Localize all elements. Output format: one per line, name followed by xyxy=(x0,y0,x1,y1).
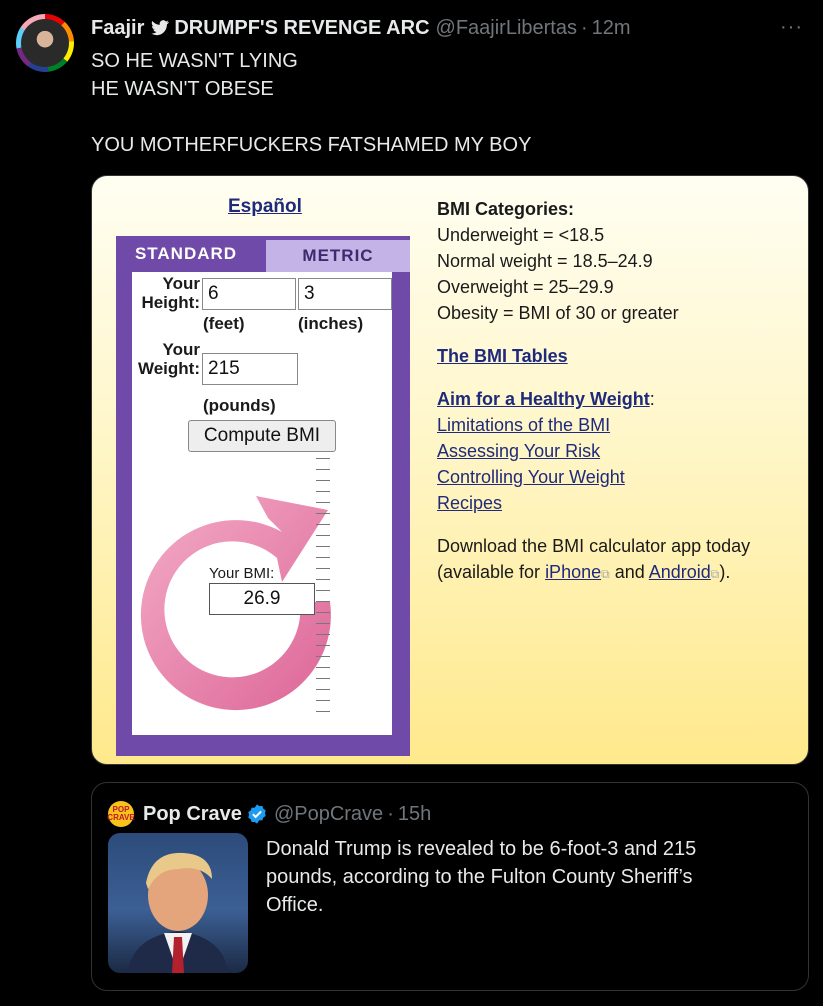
portrait-illustration xyxy=(128,852,228,973)
avatar-photo xyxy=(21,19,69,67)
bmi-category: Normal weight = 18.5–24.9 xyxy=(437,251,653,271)
bird-icon xyxy=(151,20,170,36)
tab-metric[interactable]: METRIC xyxy=(266,240,410,272)
weight-label-line: Weight: xyxy=(137,359,200,378)
tweet-line: YOU MOTHERFUCKERS FATSHAMED MY BOY xyxy=(91,134,532,156)
quoted-tweet-text: Donald Trump is revealed to be 6-foot-3 … xyxy=(266,838,697,916)
quoted-author-name[interactable]: Pop Crave xyxy=(143,803,242,826)
bmi-category: Obesity = BMI of 30 or greater xyxy=(437,303,679,323)
bmi-category: Underweight = <18.5 xyxy=(437,225,605,245)
app-and: and xyxy=(609,562,649,582)
scale-tick xyxy=(316,634,330,635)
verified-badge-icon xyxy=(248,804,266,824)
bmi-calculator: STANDARD METRIC Your Height: 6 3 (feet) xyxy=(116,236,410,756)
bmi-tables-link[interactable]: The BMI Tables xyxy=(437,346,568,366)
bmi-result-field: 26.9 xyxy=(209,583,315,615)
healthy-weight-link[interactable]: Aim for a Healthy Weight xyxy=(437,389,650,409)
quoted-media-thumbnail[interactable] xyxy=(108,833,248,973)
scale-tick xyxy=(316,590,330,591)
scale-tick xyxy=(316,513,330,514)
weight-label-line: Your xyxy=(162,340,200,359)
bmi-category: Overweight = 25–29.9 xyxy=(437,277,614,297)
controlling-weight-link[interactable]: Controlling Your Weight xyxy=(437,467,625,487)
scale-tick xyxy=(316,568,330,569)
quoted-tweet[interactable]: POP CRAVE Pop Crave @PopCrave · 15h Dona… xyxy=(91,782,809,991)
author-name-suffix[interactable]: DRUMPF'S REVENGE ARC xyxy=(174,17,429,40)
your-bmi-label: Your BMI: xyxy=(209,565,275,582)
scale-tick xyxy=(316,623,330,624)
scale-tick xyxy=(316,612,330,613)
android-link[interactable]: Android xyxy=(649,562,711,582)
tweet-header: Faajir DRUMPF'S REVENGE ARC @FaajirLiber… xyxy=(91,16,803,40)
inches-input[interactable]: 3 xyxy=(298,278,392,310)
inches-unit-label: (inches) xyxy=(298,314,364,333)
espanol-link[interactable]: Español xyxy=(228,196,302,218)
scale-tick xyxy=(316,656,330,657)
scale-tick xyxy=(316,667,330,668)
quoted-author-handle[interactable]: @PopCrave xyxy=(274,803,383,826)
limitations-link[interactable]: Limitations of the BMI xyxy=(437,415,610,435)
tweet-media-image[interactable]: Español STANDARD METRIC Your Height: 6 3 xyxy=(91,175,809,765)
weight-input[interactable]: 215 xyxy=(202,353,298,385)
tab-standard[interactable]: STANDARD xyxy=(116,236,256,272)
scale-tick xyxy=(316,535,330,536)
separator-dot: · xyxy=(580,16,588,39)
scale-tick xyxy=(316,678,330,679)
assessing-risk-link[interactable]: Assessing Your Risk xyxy=(437,441,600,461)
scale-tick xyxy=(316,645,330,646)
quoted-tweet-header: Pop Crave @PopCrave · 15h xyxy=(143,801,431,827)
feet-unit-label: (feet) xyxy=(203,314,245,333)
recipes-link[interactable]: Recipes xyxy=(437,493,502,513)
scale-tick xyxy=(316,700,330,701)
iphone-link[interactable]: iPhone xyxy=(545,562,601,582)
scale-tick xyxy=(316,579,330,580)
scale-tick xyxy=(316,502,330,503)
quoted-author-avatar[interactable]: POP CRAVE xyxy=(107,801,135,827)
feet-input[interactable]: 6 xyxy=(202,278,296,310)
app-availability-suffix: ). xyxy=(719,562,731,582)
separator-dot: · xyxy=(387,802,394,825)
height-label-line: Height: xyxy=(141,293,200,312)
tweet-line: HE WASN'T OBESE xyxy=(91,78,274,100)
tweet-line: SO HE WASN'T LYING xyxy=(91,50,298,72)
tweet-text: SO HE WASN'T LYING HE WASN'T OBESE YOU M… xyxy=(91,47,791,159)
healthy-weight-colon: : xyxy=(649,389,655,409)
bmi-categories-heading: BMI Categories: xyxy=(437,199,575,219)
external-link-icon: ⧉ xyxy=(601,567,610,581)
scale-tick xyxy=(316,480,330,481)
scale-tick xyxy=(316,546,330,547)
scale-tick xyxy=(316,458,330,459)
calculator-panel: Your Height: 6 3 (feet) (inches) Your We… xyxy=(132,272,392,735)
more-options-icon[interactable]: ··· xyxy=(780,16,803,39)
scale-tick xyxy=(316,524,330,525)
compute-bmi-button[interactable]: Compute BMI xyxy=(188,420,336,452)
author-handle[interactable]: @FaajirLibertas xyxy=(436,17,577,40)
pounds-unit-label: (pounds) xyxy=(203,396,276,415)
app-availability-prefix: (available for xyxy=(437,562,546,582)
bmi-info-panel: BMI Categories: Underweight = <18.5 Norm… xyxy=(437,196,797,585)
scale-tick xyxy=(316,601,330,602)
app-download-text: Download the BMI calculator app today xyxy=(437,536,751,556)
scale-tick xyxy=(316,557,330,558)
height-label-line: Your xyxy=(162,274,200,293)
weight-label: Your Weight: xyxy=(136,340,200,378)
scale-tick xyxy=(316,711,330,712)
tweet-line xyxy=(91,103,791,131)
bmi-scale-ticks xyxy=(316,458,330,728)
author-display-name[interactable]: Faajir xyxy=(91,17,144,40)
scale-tick xyxy=(316,491,330,492)
app-availability-line: (available for iPhone⧉ and Android⧉). xyxy=(437,559,797,585)
scale-tick xyxy=(316,469,330,470)
author-avatar[interactable] xyxy=(16,14,74,72)
scale-tick xyxy=(316,689,330,690)
height-label: Your Height: xyxy=(136,274,200,312)
quoted-timestamp[interactable]: 15h xyxy=(398,803,431,826)
tweet-timestamp[interactable]: 12m xyxy=(592,17,631,40)
